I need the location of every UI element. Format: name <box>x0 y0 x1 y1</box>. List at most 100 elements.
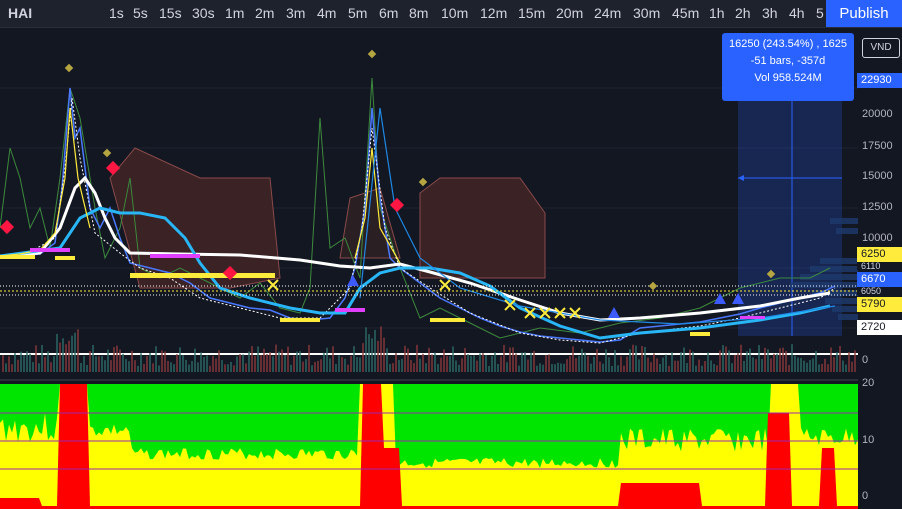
timeframe-2m[interactable]: 2m <box>255 5 274 21</box>
volume-bar <box>50 362 52 372</box>
volume-bar <box>635 345 637 372</box>
volume-bar <box>449 356 451 372</box>
volume-bar <box>791 344 793 372</box>
volume-bar <box>482 353 484 372</box>
volume-bar <box>563 363 565 372</box>
volume-bar <box>641 346 643 372</box>
volume-bar <box>581 348 583 372</box>
timeframe-5m[interactable]: 5m <box>348 5 367 21</box>
volume-bar <box>209 365 211 372</box>
volume-bar <box>617 365 619 372</box>
volume-bar <box>836 352 838 372</box>
volume-bar <box>374 329 376 372</box>
timeframe-12m[interactable]: 12m <box>480 5 507 21</box>
volume-bar <box>632 344 634 372</box>
volume-bar <box>515 353 517 372</box>
volume-bar <box>110 360 112 372</box>
volume-bar <box>305 359 307 372</box>
volume-bar <box>230 361 232 372</box>
volume-bar <box>380 326 382 372</box>
axis-tick-17500: 17500 <box>862 140 893 152</box>
volume-bar <box>638 359 640 372</box>
volume-bar <box>77 329 79 372</box>
timeframe-2h[interactable]: 2h <box>735 5 751 21</box>
timeframe-1s[interactable]: 1s <box>109 5 124 21</box>
volume-bar <box>407 348 409 372</box>
volume-bar <box>290 364 292 372</box>
publish-button[interactable]: Publish <box>826 0 902 27</box>
timeframe-5s[interactable]: 5s <box>133 5 148 21</box>
timeframe-15m[interactable]: 15m <box>518 5 545 21</box>
timeframe-30m[interactable]: 30m <box>633 5 660 21</box>
tooltip-bars: -51 bars, -357d <box>750 55 826 67</box>
volume-bar <box>542 364 544 372</box>
timeframe-5h[interactable]: 5 <box>816 5 824 21</box>
volume-bar <box>383 337 385 372</box>
timeframe-4m[interactable]: 4m <box>317 5 336 21</box>
volume-bar <box>800 358 802 372</box>
volume-bar <box>167 360 169 372</box>
timeframe-45m[interactable]: 45m <box>672 5 699 21</box>
volume-bar <box>743 360 745 372</box>
volume-bar <box>74 332 76 372</box>
volume-bar <box>827 364 829 372</box>
indicator-tick-0: 0 <box>862 490 869 502</box>
volume-bar <box>263 348 265 372</box>
price-label-6110: 6110 <box>857 262 902 270</box>
volume-bar <box>509 347 511 372</box>
volume-bar <box>47 351 49 372</box>
timeframe-3h[interactable]: 3h <box>762 5 778 21</box>
volume-bar <box>455 360 457 372</box>
volume-bar <box>689 349 691 372</box>
volume-bar <box>245 363 247 372</box>
volume-bar <box>593 356 595 372</box>
volume-bar <box>257 346 259 372</box>
volume-bar <box>782 347 784 372</box>
timeframe-1m[interactable]: 1m <box>225 5 244 21</box>
timeframe-8m[interactable]: 8m <box>409 5 428 21</box>
volume-bar <box>539 363 541 372</box>
volume-bar <box>278 351 280 372</box>
volume-bar <box>404 345 406 372</box>
timeframe-24m[interactable]: 24m <box>594 5 621 21</box>
volume-bar <box>614 350 616 372</box>
volume-bar <box>650 362 652 372</box>
timeframe-3m[interactable]: 3m <box>286 5 305 21</box>
measure-selection <box>738 78 842 336</box>
currency-selector[interactable]: VND <box>862 38 900 58</box>
volume-bar <box>758 345 760 372</box>
volume-bar <box>269 352 271 372</box>
volume-bar <box>89 351 91 372</box>
volume-bar <box>626 356 628 372</box>
volume-bar <box>485 355 487 372</box>
timeframe-15s[interactable]: 15s <box>159 5 182 21</box>
volume-bar <box>701 365 703 372</box>
timeframe-20m[interactable]: 20m <box>556 5 583 21</box>
volume-bar <box>491 355 493 372</box>
volume-bar <box>236 356 238 372</box>
volume-bar <box>227 364 229 372</box>
volume-bar <box>434 352 436 372</box>
volume-bar <box>854 350 856 372</box>
timeframe-4h[interactable]: 4h <box>789 5 805 21</box>
timeframe-30s[interactable]: 30s <box>192 5 215 21</box>
volume-bar <box>776 353 778 372</box>
volume-bar <box>659 363 661 372</box>
volume-bar <box>578 355 580 372</box>
timeframe-6m[interactable]: 6m <box>379 5 398 21</box>
volume-bar <box>293 355 295 372</box>
volume-bar <box>656 358 658 372</box>
volume-bar <box>452 346 454 372</box>
volume-bar <box>422 353 424 372</box>
volume-bar <box>356 357 358 372</box>
volume-bar <box>32 362 34 372</box>
volume-bar <box>653 353 655 372</box>
volume-bar <box>620 356 622 372</box>
timeframe-1h[interactable]: 1h <box>709 5 725 21</box>
timeframe-10m[interactable]: 10m <box>441 5 468 21</box>
symbol-label[interactable]: HAI <box>8 5 32 21</box>
volume-bar <box>134 360 136 372</box>
volume-bar <box>545 355 547 372</box>
volume-bar <box>818 364 820 372</box>
volume-bar <box>785 350 787 372</box>
